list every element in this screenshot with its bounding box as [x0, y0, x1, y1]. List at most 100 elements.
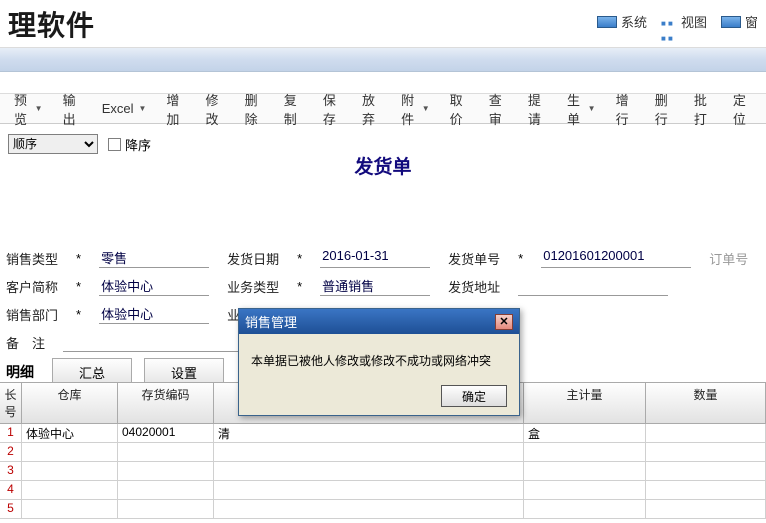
table-row[interactable]: 4 — [0, 481, 766, 500]
lbl-ship-addr: 发货地址 — [448, 277, 500, 296]
lbl-sale-dept: 销售部门 — [6, 305, 58, 324]
lbl-sale-type: 销售类型 — [6, 249, 58, 268]
sort-select[interactable]: 顺序 — [8, 134, 98, 154]
menu-window[interactable]: 窗 — [721, 12, 758, 31]
lbl-cust-abbr: 客户简称 — [6, 277, 58, 296]
th-qty: 数量 — [646, 383, 766, 423]
monitor-icon — [721, 16, 741, 28]
app-title: 理软件 — [8, 4, 95, 44]
modal-dialog: 销售管理 ✕ 本单据已被他人修改或修改不成功或网络冲突 确定 — [238, 308, 520, 416]
tb-batch[interactable]: 批打 — [684, 94, 723, 124]
desc-checkbox-wrap[interactable]: 降序 — [108, 135, 151, 154]
chevron-down-icon: ▼ — [35, 104, 43, 113]
tb-save-label: 保存 — [323, 90, 342, 128]
lbl-ship-date: 发货日期 — [227, 249, 279, 268]
modal-footer: 确定 — [239, 379, 519, 415]
form-row-1: 销售类型* 零售 发货日期* 2016-01-31 发货单号* 01201601… — [6, 248, 760, 268]
lbl-ship-no: 发货单号 — [448, 249, 500, 268]
td-seq: 2 — [0, 443, 22, 461]
tb-add[interactable]: 增加 — [156, 94, 195, 124]
tb-export[interactable]: 输出 — [53, 94, 92, 124]
th-mainqty: 主计量 — [524, 383, 646, 423]
th-seq: 长号 — [0, 383, 22, 423]
td-seq: 4 — [0, 481, 22, 499]
tb-edit-label: 修改 — [206, 90, 225, 128]
th-wh: 仓库 — [22, 383, 118, 423]
val-biz-type[interactable]: 普通销售 — [320, 276, 430, 296]
banner-spacer — [0, 72, 766, 94]
val-ship-date[interactable]: 2016-01-31 — [320, 248, 430, 268]
modal-message: 本单据已被他人修改或修改不成功或网络冲突 — [239, 334, 519, 379]
lbl-order-no: 订单号 — [709, 249, 748, 268]
tb-preview-label: 预览 — [14, 90, 30, 128]
tb-excel[interactable]: Excel ▼ — [92, 94, 157, 124]
val-sale-type[interactable]: 零售 — [99, 248, 209, 268]
table-row[interactable]: 3 — [0, 462, 766, 481]
checkbox-icon — [108, 138, 121, 151]
tb-review[interactable]: 查审 — [479, 94, 518, 124]
tb-export-label: 输出 — [63, 90, 82, 128]
tb-addrow-label: 增行 — [616, 90, 635, 128]
tb-addrow[interactable]: 增行 — [606, 94, 645, 124]
tb-delrow[interactable]: 删行 — [645, 94, 684, 124]
menu-view[interactable]: 视图 — [661, 12, 707, 31]
modal-title-text: 销售管理 — [245, 312, 297, 331]
form-row-2: 客户简称* 体验中心 业务类型* 普通销售 发货地址 — [6, 276, 760, 296]
system-menu: 系统 视图 窗 — [597, 12, 758, 31]
td-wh: 体验中心 — [22, 424, 118, 442]
desc-label: 降序 — [125, 135, 151, 154]
td-seq: 1 — [0, 424, 22, 442]
tb-excel-label: Excel — [102, 101, 134, 116]
val-sale-dept[interactable]: 体验中心 — [99, 304, 209, 324]
tb-delrow-label: 删行 — [655, 90, 674, 128]
val-remark[interactable] — [63, 332, 243, 352]
lbl-remark: 备 注 — [6, 333, 45, 352]
tb-attach[interactable]: 附件▼ — [391, 94, 440, 124]
val-cust-abbr[interactable]: 体验中心 — [99, 276, 209, 296]
tb-price[interactable]: 取价 — [440, 94, 479, 124]
table-row[interactable]: 5 — [0, 500, 766, 519]
tb-preview[interactable]: 预览▼ — [4, 94, 53, 124]
modal-titlebar[interactable]: 销售管理 ✕ — [239, 309, 519, 334]
tb-batch-label: 批打 — [694, 90, 713, 128]
td-qty — [646, 424, 766, 442]
tb-save[interactable]: 保存 — [313, 94, 352, 124]
tb-delete-label: 删除 — [245, 90, 264, 128]
menu-window-label: 窗 — [745, 12, 758, 31]
grid-icon — [661, 14, 677, 30]
toolbar: 预览▼ 输出 Excel ▼ 增加 修改 删除 复制 保存 放弃 附件▼ 取价 查… — [0, 94, 766, 124]
val-ship-addr[interactable] — [518, 276, 668, 296]
chevron-down-icon: ▼ — [588, 104, 596, 113]
table-row[interactable]: 2 — [0, 443, 766, 462]
tb-generate-label: 生单 — [567, 90, 583, 128]
table-row[interactable]: 1 体验中心 04020001 清 盒 — [0, 424, 766, 443]
tb-discard[interactable]: 放弃 — [352, 94, 391, 124]
tb-discard-label: 放弃 — [362, 90, 381, 128]
tb-add-label: 增加 — [166, 90, 185, 128]
tb-generate[interactable]: 生单▼ — [557, 94, 606, 124]
td-seq: 3 — [0, 462, 22, 480]
td-mainqty: 盒 — [524, 424, 646, 442]
tb-submit[interactable]: 提请 — [518, 94, 557, 124]
menu-system[interactable]: 系统 — [597, 12, 647, 31]
monitor-icon — [597, 16, 617, 28]
doc-title: 发货单 — [0, 152, 766, 179]
chevron-down-icon: ▼ — [422, 104, 430, 113]
td-code: 04020001 — [118, 424, 214, 442]
chevron-down-icon: ▼ — [139, 104, 147, 113]
tb-delete[interactable]: 删除 — [235, 94, 274, 124]
th-code: 存货编码 — [118, 383, 214, 423]
td-seq: 5 — [0, 500, 22, 518]
tb-edit[interactable]: 修改 — [196, 94, 235, 124]
close-icon[interactable]: ✕ — [495, 314, 513, 330]
td-blank: 清 — [214, 424, 524, 442]
title-bar: 理软件 系统 视图 窗 — [0, 0, 766, 48]
menu-system-label: 系统 — [621, 12, 647, 31]
tb-locate[interactable]: 定位 — [723, 94, 762, 124]
tb-copy[interactable]: 复制 — [274, 94, 313, 124]
tb-copy-label: 复制 — [284, 90, 303, 128]
banner-gradient — [0, 48, 766, 72]
tb-review-label: 查审 — [489, 90, 508, 128]
ok-button[interactable]: 确定 — [441, 385, 507, 407]
val-ship-no[interactable]: 01201601200001 — [541, 248, 691, 268]
